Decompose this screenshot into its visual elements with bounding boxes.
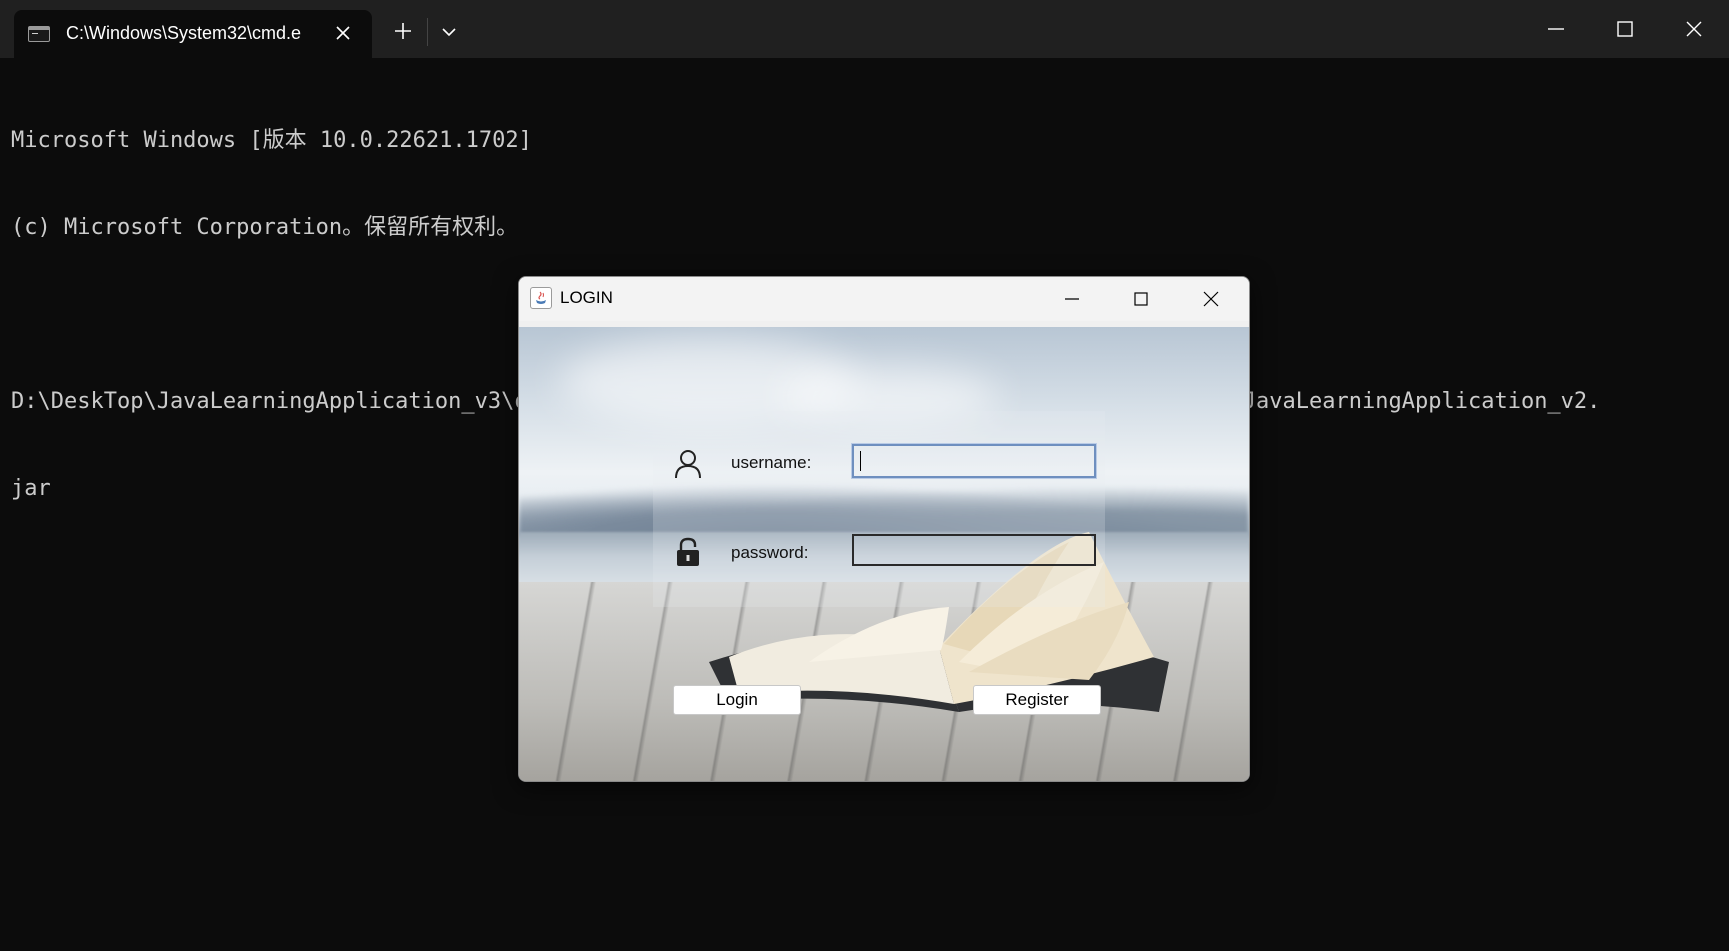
java-icon (530, 287, 552, 309)
terminal-tabbar: C:\Windows\System32\cmd.e (0, 0, 1729, 58)
console-line: Microsoft Windows [版本 10.0.22621.1702] (11, 128, 532, 153)
new-tab-plus-icon[interactable] (389, 17, 417, 45)
lock-icon (673, 536, 703, 568)
close-icon[interactable] (1679, 14, 1709, 44)
dialog-minimize-icon[interactable] (1059, 286, 1085, 312)
login-dialog: LOGIN username: password: Login Register (518, 276, 1250, 782)
dialog-title: LOGIN (560, 288, 613, 307)
minimize-icon[interactable] (1541, 14, 1571, 44)
username-input[interactable] (851, 443, 1097, 479)
tab-divider (427, 18, 428, 46)
password-input[interactable] (852, 534, 1096, 566)
dialog-close-icon[interactable] (1198, 286, 1224, 312)
dialog-titlebar[interactable]: LOGIN (519, 277, 1249, 321)
terminal-window: C:\Windows\System32\cmd.e Microsoft Wind… (0, 0, 1729, 951)
cmd-icon (28, 26, 50, 42)
text-caret (860, 451, 861, 471)
chevron-down-icon[interactable] (435, 18, 463, 46)
username-label: username: (731, 453, 812, 472)
user-icon (673, 448, 703, 480)
maximize-icon[interactable] (1610, 14, 1640, 44)
login-background-image: username: password: Login Register (519, 327, 1249, 781)
dialog-maximize-icon[interactable] (1128, 286, 1154, 312)
tab-title: C:\Windows\System32\cmd.e (66, 23, 302, 43)
login-button[interactable]: Login (673, 685, 801, 715)
login-form-panel (653, 411, 1105, 607)
terminal-tab[interactable]: C:\Windows\System32\cmd.e (14, 10, 372, 58)
password-label: password: (731, 543, 809, 562)
tab-close-icon[interactable] (330, 20, 356, 46)
console-line: (c) Microsoft Corporation。保留所有权利。 (11, 215, 519, 240)
register-button[interactable]: Register (973, 685, 1101, 715)
